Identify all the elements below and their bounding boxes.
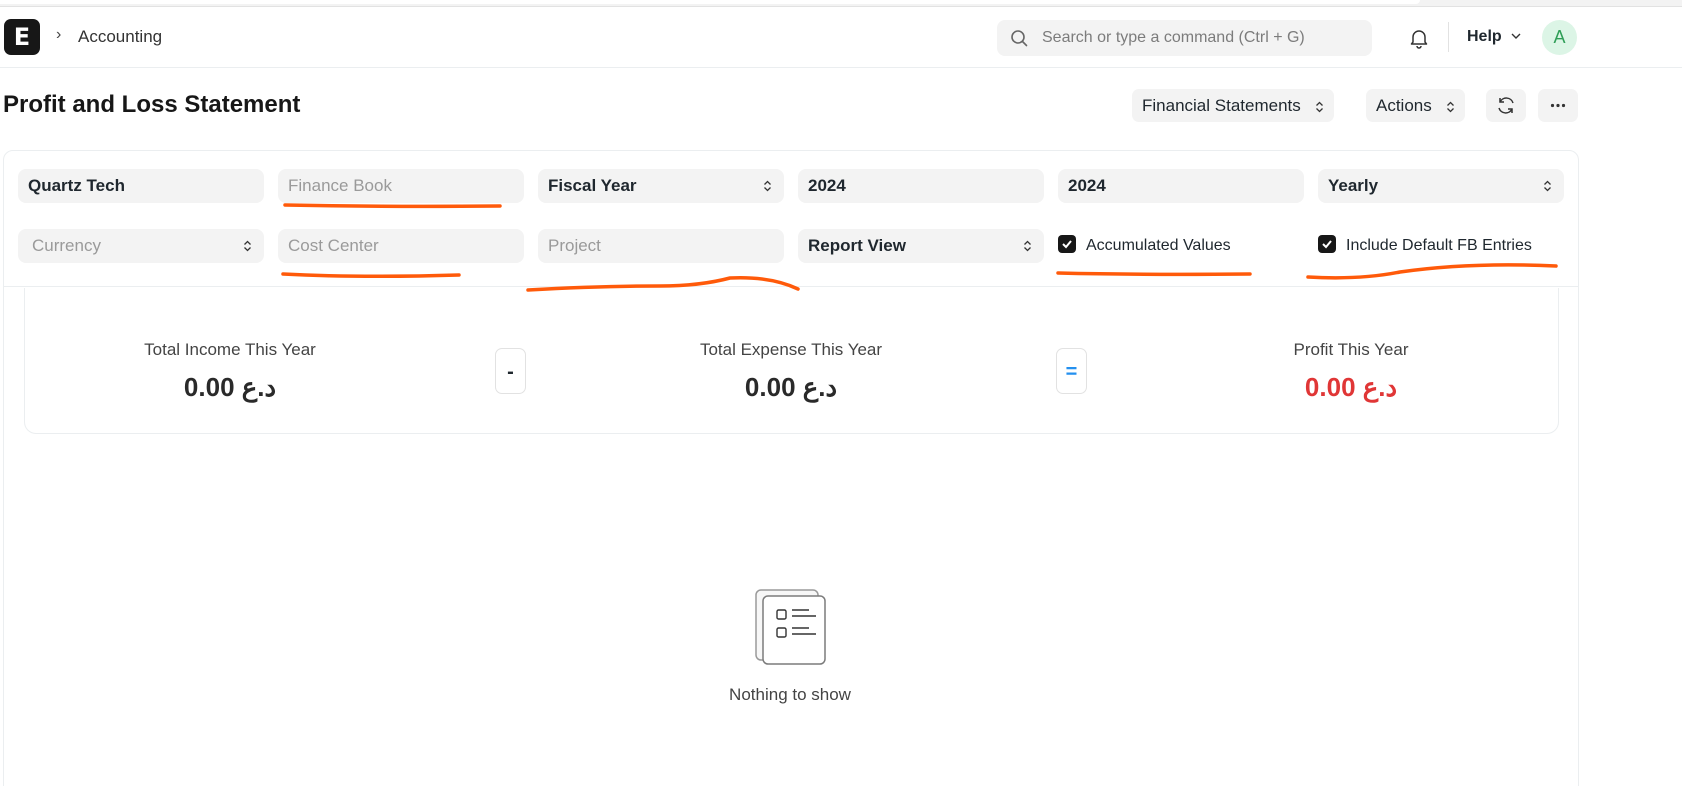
navbar: E › Accounting Search or type a command … (0, 8, 1682, 68)
select-arrows-icon (1447, 101, 1455, 112)
period-type-select[interactable]: Fiscal Year (538, 169, 784, 203)
help-menu[interactable]: Help (1467, 28, 1502, 46)
notification-bell-icon[interactable] (1408, 27, 1430, 49)
app-logo[interactable]: E (4, 19, 40, 55)
filters-divider (3, 286, 1579, 287)
periodicity-value: Yearly (1328, 176, 1379, 195)
select-arrows-icon (1316, 101, 1324, 112)
company-field[interactable]: Quartz Tech (18, 169, 264, 203)
include-default-fb-entries-checkbox[interactable]: Include Default FB Entries (1318, 229, 1532, 263)
checkbox-checked-icon[interactable] (1058, 234, 1076, 253)
total-expense-label: Total Expense This Year (699, 340, 883, 359)
profit-label: Profit This Year (1293, 340, 1409, 359)
actions-label: Actions (1376, 96, 1432, 115)
equals-operator: = (1056, 348, 1087, 394)
currency-placeholder: Currency (32, 236, 101, 255)
breadcrumb-chevron-icon: › (56, 26, 62, 43)
accumulated-values-label: Accumulated Values (1086, 237, 1231, 254)
select-arrows-icon (1544, 180, 1551, 192)
actions-button[interactable]: Actions (1366, 89, 1466, 122)
select-arrows-icon (1024, 240, 1031, 252)
from-fiscal-year-field[interactable]: 2024 (798, 169, 1044, 203)
total-income-value: 0.00 د.ع (183, 372, 277, 402)
to-fiscal-year-field[interactable]: 2024 (1058, 169, 1304, 203)
empty-report-icon (755, 589, 826, 665)
include-default-fb-entries-label: Include Default FB Entries (1346, 237, 1532, 254)
total-expense-value: 0.00 د.ع (744, 372, 838, 402)
search-bar[interactable]: Search or type a command (Ctrl + G) (997, 20, 1372, 56)
more-options-icon (1550, 103, 1566, 108)
report-view-select[interactable]: Report View (798, 229, 1044, 263)
periodicity-select[interactable]: Yearly (1318, 169, 1564, 203)
financial-statements-label: Financial Statements (1142, 96, 1301, 115)
period-type-value: Fiscal Year (548, 176, 637, 195)
select-arrows-icon (244, 240, 251, 252)
project-field[interactable]: Project (538, 229, 784, 263)
currency-select[interactable]: Currency (18, 229, 264, 263)
more-options-button[interactable] (1538, 89, 1578, 122)
refresh-icon (1498, 97, 1514, 114)
accumulated-values-checkbox[interactable]: Accumulated Values (1058, 229, 1231, 263)
checkbox-checked-icon[interactable] (1318, 234, 1336, 253)
page-title: Profit and Loss Statement (3, 91, 301, 118)
select-arrows-icon (764, 180, 771, 192)
browser-top-strip (0, 0, 1682, 7)
chevron-down-icon[interactable] (1510, 30, 1522, 42)
refresh-button[interactable] (1486, 89, 1526, 122)
navbar-divider (1448, 22, 1449, 52)
profit-value: 0.00 د.ع (1304, 372, 1398, 402)
total-income-label: Total Income This Year (144, 340, 316, 359)
empty-state-message: Nothing to show (729, 685, 851, 704)
financial-statements-button[interactable]: Financial Statements (1132, 89, 1335, 122)
breadcrumb-accounting[interactable]: Accounting (78, 27, 162, 47)
cost-center-field[interactable]: Cost Center (278, 229, 524, 263)
user-avatar[interactable]: A (1542, 20, 1577, 55)
finance-book-field[interactable]: Finance Book (278, 169, 524, 203)
report-view-value: Report View (808, 236, 906, 255)
search-icon (1011, 30, 1028, 47)
summary-card (24, 288, 1559, 434)
minus-operator: - (495, 348, 526, 394)
search-placeholder: Search or type a command (Ctrl + G) (1042, 29, 1305, 46)
